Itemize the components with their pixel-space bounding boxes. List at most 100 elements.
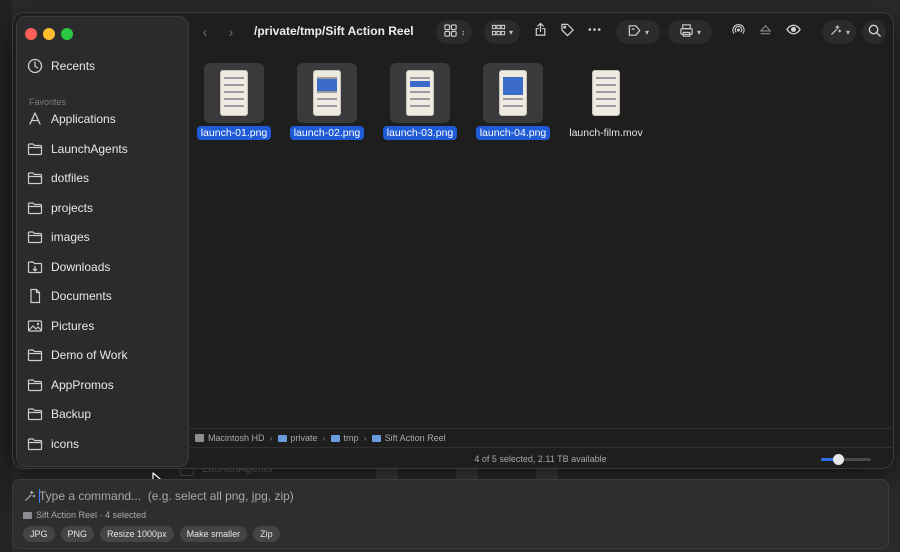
file-name: launch-film.mov	[569, 127, 643, 139]
sidebar-item-icons[interactable]: icons	[27, 432, 177, 456]
status-text: 4 of 5 selected, 2.11 TB available	[474, 454, 607, 464]
minimize-button[interactable]	[43, 28, 55, 40]
suggestion-chip[interactable]: JPG	[23, 526, 55, 542]
file-item[interactable]: launch-01.png	[189, 63, 279, 141]
suggestion-chip[interactable]: Resize 1000px	[100, 526, 174, 542]
sidebar-item-downloads[interactable]: Downloads	[27, 255, 177, 279]
sidebar-section-favorites: Favorites	[29, 97, 67, 107]
chevron-updown-icon: ↕	[461, 27, 465, 37]
airdrop-icon	[731, 22, 746, 42]
sidebar-item-launchagents[interactable]: LaunchAgents	[27, 137, 177, 161]
maximize-button[interactable]	[61, 28, 73, 40]
preview-line	[224, 98, 244, 100]
sidebar-item-projects[interactable]: projects	[27, 196, 177, 220]
image-preview	[220, 70, 248, 116]
folder-icon	[27, 436, 43, 452]
finder-window: Recents Favorites Applications LaunchAgen…	[12, 12, 894, 469]
status-bar: 4 of 5 selected, 2.11 TB available	[188, 447, 893, 468]
folder-icon	[27, 377, 43, 393]
preview-highlight	[317, 85, 337, 91]
sidebar-item-demo-of-work[interactable]: Demo of Work	[27, 343, 177, 367]
sidebar-item-label: dotfiles	[51, 171, 90, 185]
suggestion-chips: JPG PNG Resize 1000px Make smaller Zip	[23, 526, 280, 542]
picture-icon	[27, 318, 43, 334]
sidebar-item-images[interactable]: images	[27, 225, 177, 249]
folder-icon	[27, 170, 43, 186]
path-item[interactable]: Sift Action Reel	[371, 433, 446, 443]
file-name: launch-04.png	[475, 126, 551, 140]
image-preview	[592, 70, 620, 116]
action-menu-button[interactable]: ▾	[616, 20, 660, 44]
sidebar-item-pictures[interactable]: Pictures	[27, 314, 177, 338]
chevron-right-icon: ›	[269, 433, 273, 443]
share-button[interactable]	[530, 22, 550, 42]
hard-drive-icon	[195, 434, 204, 442]
sidebar-item-applications[interactable]: Applications	[27, 107, 177, 131]
sidebar-item-label: Recents	[51, 59, 96, 73]
folder-icon	[23, 511, 32, 519]
share-icon	[533, 22, 548, 42]
tag-button[interactable]	[557, 22, 577, 42]
sidebar-item-backup[interactable]: Backup	[27, 402, 177, 426]
image-preview	[313, 70, 341, 116]
sidebar-item-recents[interactable]: Recents	[27, 54, 177, 78]
command-bar: Sift Action Reel · 4 selected JPG PNG Resi…	[12, 479, 889, 549]
forward-button[interactable]: ›	[220, 22, 242, 42]
extension-menu-button[interactable]: ▾	[822, 20, 856, 44]
sidebar-item-documents[interactable]: Documents	[27, 284, 177, 308]
preview-line	[410, 105, 430, 107]
back-button[interactable]: ‹	[194, 22, 216, 42]
search-button[interactable]	[862, 20, 886, 44]
chevron-down-icon: ▾	[845, 27, 850, 37]
suggestion-chip[interactable]: Zip	[253, 526, 280, 542]
command-input[interactable]	[39, 487, 539, 505]
sidebar-item-label: Pictures	[51, 318, 95, 333]
suggestion-chip[interactable]: Make smaller	[179, 526, 248, 542]
view-mode-button[interactable]: ↕	[436, 20, 472, 44]
label-icon	[627, 23, 642, 41]
sidebar-item-apppromos[interactable]: AppPromos	[27, 373, 177, 397]
sidebar-item-label: icons	[51, 436, 80, 451]
file-thumbnail	[576, 63, 636, 123]
file-item[interactable]: launch-04.png	[468, 63, 558, 141]
eject-button[interactable]	[755, 22, 775, 42]
group-by-button[interactable]: ▾	[484, 20, 520, 44]
file-item[interactable]: launch-film.mov	[561, 63, 651, 141]
preview-line	[596, 77, 616, 79]
chevron-left-icon: ‹	[202, 24, 208, 40]
print-menu-button[interactable]: ▾	[668, 20, 712, 44]
slider-knob[interactable]	[833, 454, 844, 465]
file-item[interactable]: launch-03.png	[375, 63, 465, 141]
suggestion-chip[interactable]: PNG	[60, 526, 95, 542]
preview-line	[503, 98, 523, 100]
quick-look-button[interactable]	[783, 22, 803, 42]
path-item[interactable]: tmp	[330, 433, 359, 443]
preview-line	[224, 84, 244, 86]
path-item[interactable]: private	[277, 433, 318, 443]
eject-icon	[758, 22, 773, 42]
download-icon	[27, 259, 43, 275]
toolbar: ‹ › /private/tmp/Sift Action Reel ↕ ▾ ▾ …	[188, 13, 893, 53]
folder-icon	[27, 406, 43, 422]
path-item[interactable]: Macintosh HD	[195, 433, 265, 443]
airdrop-button[interactable]	[728, 22, 748, 42]
folder-icon	[330, 434, 340, 442]
file-item[interactable]: launch-02.png	[282, 63, 372, 141]
chevron-down-icon: ▾	[696, 27, 701, 37]
folder-icon	[27, 200, 43, 216]
file-thumbnail	[390, 63, 450, 123]
path-bar: Macintosh HD › private › tmp › Sift Acti…	[188, 428, 893, 447]
more-actions-button[interactable]	[584, 22, 604, 42]
window-title: /private/tmp/Sift Action Reel	[254, 24, 414, 38]
folder-icon	[277, 434, 287, 442]
sidebar-item-dotfiles[interactable]: dotfiles	[27, 166, 177, 190]
tag-icon	[560, 22, 575, 42]
preview-line	[224, 105, 244, 107]
icon-size-slider[interactable]	[821, 454, 871, 465]
file-thumbnail	[204, 63, 264, 123]
sidebar-item-label: AppPromos	[51, 377, 114, 392]
chevron-down-icon: ▾	[644, 27, 649, 37]
background-app-edge	[0, 0, 12, 552]
sidebar-item-label: LaunchAgents	[51, 141, 128, 156]
close-button[interactable]	[25, 28, 37, 40]
